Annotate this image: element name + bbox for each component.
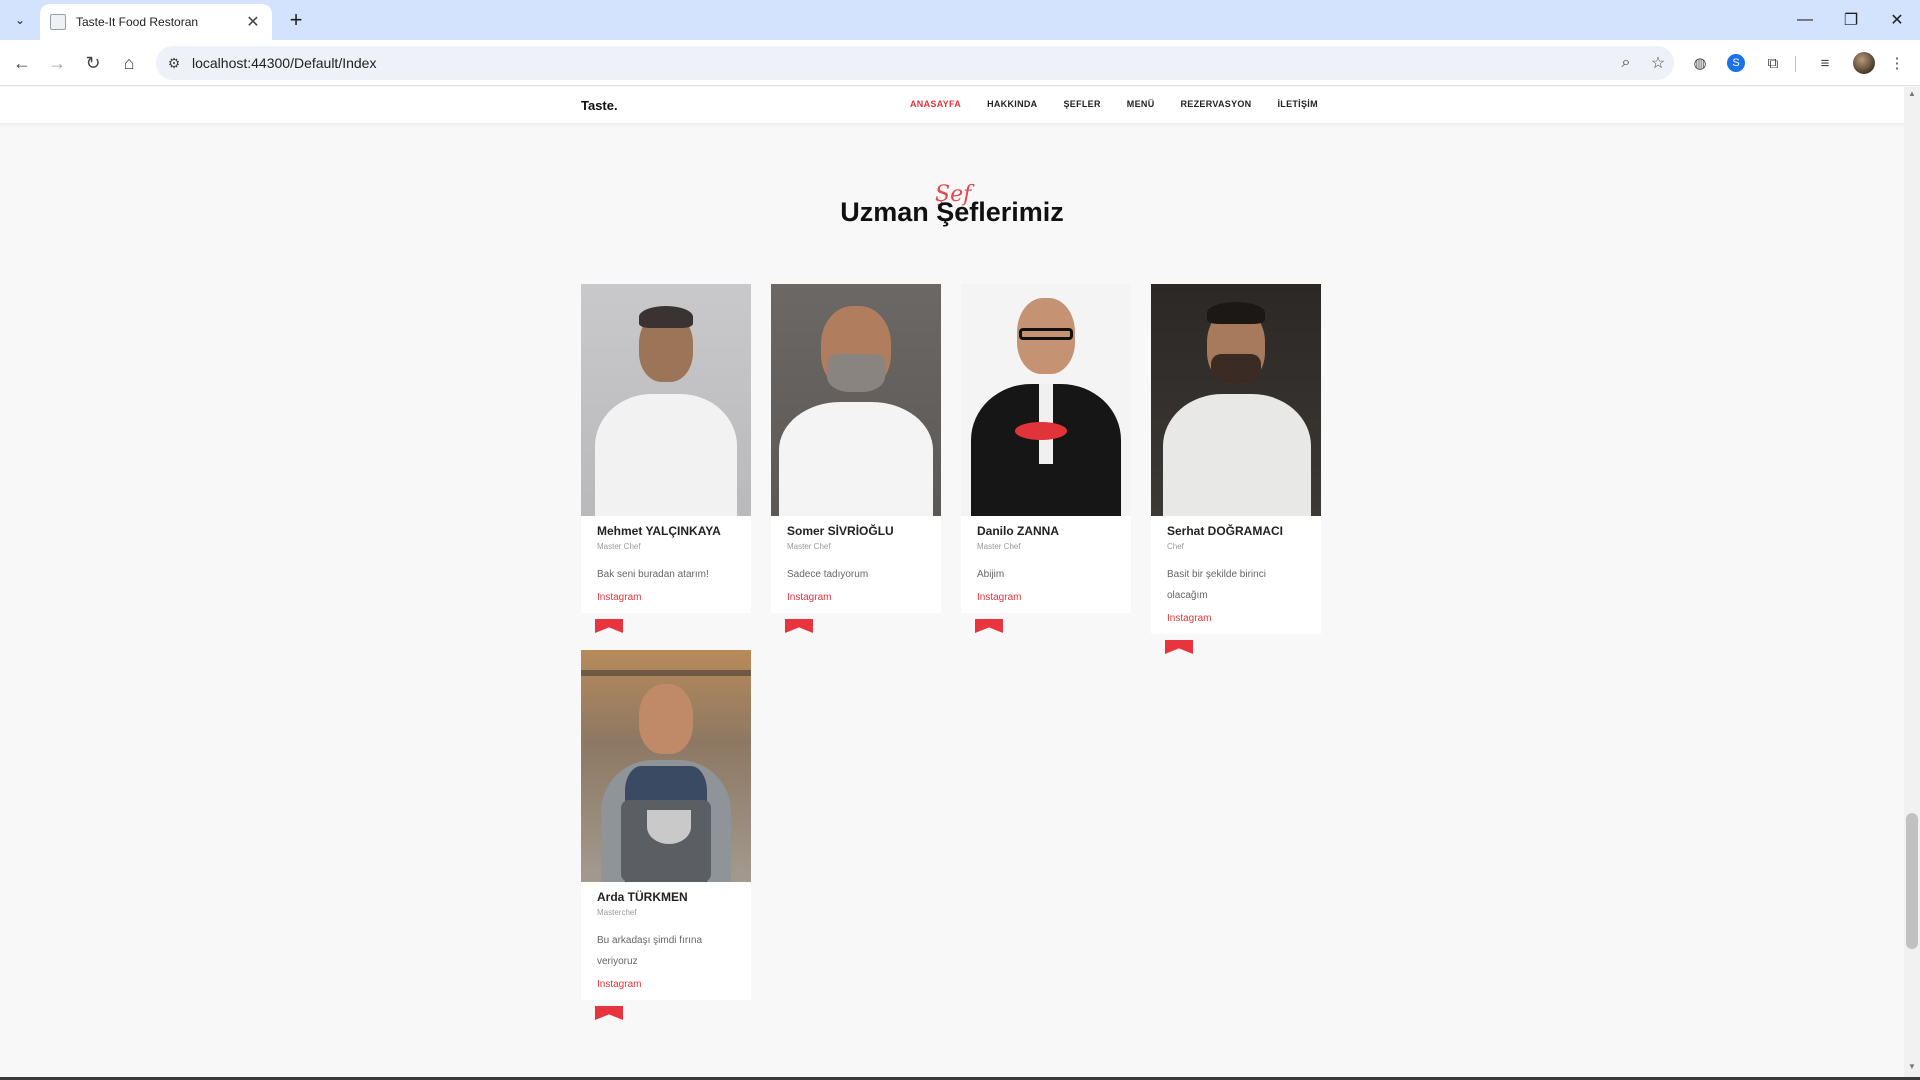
ribbon-icon xyxy=(1165,640,1193,654)
scroll-up-icon[interactable]: ▲ xyxy=(1904,87,1920,101)
browser-tab[interactable]: Taste-It Food Restoran ✕ xyxy=(40,4,272,40)
chef-position: Masterchef xyxy=(597,908,637,917)
media-icon[interactable]: ≡ xyxy=(1813,51,1837,75)
forward-icon[interactable]: → xyxy=(43,49,71,77)
extension-icon[interactable]: S xyxy=(1727,54,1745,72)
chef-name: Mehmet YALÇINKAYA xyxy=(597,524,721,538)
chef-name: Arda TÜRKMEN xyxy=(597,890,688,904)
scrollbar-thumb[interactable] xyxy=(1906,813,1918,949)
browser-toolbar: ← → ↻ ⌂ ⚙ localhost:44300/Default/Index … xyxy=(0,40,1920,86)
minimize-icon[interactable]: — xyxy=(1782,0,1828,40)
chef-card: Somer SİVRİOĞLU Master Chef Sadece tadıy… xyxy=(771,284,941,633)
scroll-down-icon[interactable]: ▼ xyxy=(1904,1060,1920,1074)
site-navbar: Taste. ANASAYFA HAKKINDA ŞEFLER MENÜ REZ… xyxy=(0,87,1904,123)
zoom-icon[interactable]: ⌕ xyxy=(1610,54,1642,72)
chef-position: Master Chef xyxy=(597,542,641,551)
chef-quote: Sadece tadıyorum xyxy=(787,569,869,580)
site-info-icon[interactable]: ⚙ xyxy=(156,55,192,72)
menu-item-menu[interactable]: MENÜ xyxy=(1127,99,1155,109)
chef-photo xyxy=(581,284,751,516)
chef-card: Mehmet YALÇINKAYA Master Chef Bak seni b… xyxy=(581,284,751,633)
chef-photo xyxy=(771,284,941,516)
chef-photo xyxy=(1151,284,1321,516)
back-icon[interactable]: ← xyxy=(8,49,36,77)
chef-name: Danilo ZANNA xyxy=(977,524,1059,538)
instagram-link[interactable]: Instagram xyxy=(1167,612,1211,626)
ribbon-icon xyxy=(975,619,1003,633)
menu-item-anasayfa[interactable]: ANASAYFA xyxy=(910,99,961,109)
url-text[interactable]: localhost:44300/Default/Index xyxy=(192,55,1610,71)
ribbon-icon xyxy=(595,1006,623,1020)
browser-tab-bar: ⌄ Taste-It Food Restoran ✕ + — ❐ ✕ xyxy=(0,0,1920,40)
chef-card: Danilo ZANNA Master Chef Abijim Instagra… xyxy=(961,284,1131,633)
tab-search-icon[interactable]: ⌄ xyxy=(8,8,32,32)
section-title: Uzman Şeflerimiz xyxy=(840,197,1064,227)
window-close-icon[interactable]: ✕ xyxy=(1874,0,1920,40)
chef-position: Master Chef xyxy=(787,542,831,551)
instagram-link[interactable]: Instagram xyxy=(787,591,831,605)
ribbon-icon xyxy=(595,619,623,633)
chef-name: Serhat DOĞRAMACI xyxy=(1167,524,1284,538)
chef-card: Serhat DOĞRAMACI Chef Basit bir şekilde … xyxy=(1151,284,1321,654)
chef-card: Arda TÜRKMEN Masterchef Bu arkadaşı şimd… xyxy=(581,650,751,1020)
restore-icon[interactable]: ❐ xyxy=(1828,0,1874,40)
instagram-link[interactable]: Instagram xyxy=(597,978,641,992)
profile-avatar[interactable] xyxy=(1853,52,1875,74)
menu-item-hakkinda[interactable]: HAKKINDA xyxy=(987,99,1037,109)
chef-position: Chef xyxy=(1167,542,1184,551)
menu-item-iletisim[interactable]: İLETİŞİM xyxy=(1277,99,1317,109)
address-bar[interactable]: ⚙ localhost:44300/Default/Index ⌕ ☆ xyxy=(156,46,1674,80)
menu-item-rezervasyon[interactable]: REZERVASYON xyxy=(1181,99,1252,109)
instagram-link[interactable]: Instagram xyxy=(977,591,1021,605)
instagram-link[interactable]: Instagram xyxy=(597,591,641,605)
chef-photo xyxy=(961,284,1131,516)
chef-quote: Basit bir şekilde birinci olacağım xyxy=(1167,569,1266,601)
chef-quote: Bu arkadaşı şimdi fırına veriyoruz xyxy=(597,935,703,967)
star-icon[interactable]: ☆ xyxy=(1642,53,1674,73)
plus-icon[interactable]: + xyxy=(282,6,310,34)
home-icon[interactable]: ⌂ xyxy=(115,49,143,77)
more-icon[interactable]: ⋮ xyxy=(1885,51,1909,75)
puzzle-icon[interactable]: ⧉ xyxy=(1761,51,1785,75)
chef-photo xyxy=(581,650,751,882)
tab-title: Taste-It Food Restoran xyxy=(76,15,199,29)
chef-position: Master Chef xyxy=(977,542,1021,551)
main-menu: ANASAYFA HAKKINDA ŞEFLER MENÜ REZERVASYO… xyxy=(910,99,1344,109)
close-icon[interactable]: ✕ xyxy=(244,12,262,32)
chef-quote: Bak seni buradan atarım! xyxy=(597,569,709,580)
reload-icon[interactable]: ↻ xyxy=(79,49,107,77)
page-viewport: Taste. ANASAYFA HAKKINDA ŞEFLER MENÜ REZ… xyxy=(0,87,1904,1077)
site-logo[interactable]: Taste. xyxy=(581,98,618,113)
chef-quote: Abijim xyxy=(977,569,1005,580)
menu-item-sefler[interactable]: ŞEFLER xyxy=(1063,99,1100,109)
chef-name: Somer SİVRİOĞLU xyxy=(787,524,894,538)
favicon-icon xyxy=(50,14,66,30)
translate-icon[interactable]: ◍ xyxy=(1688,51,1712,75)
ribbon-icon xyxy=(785,619,813,633)
toolbar-divider xyxy=(1795,56,1796,72)
